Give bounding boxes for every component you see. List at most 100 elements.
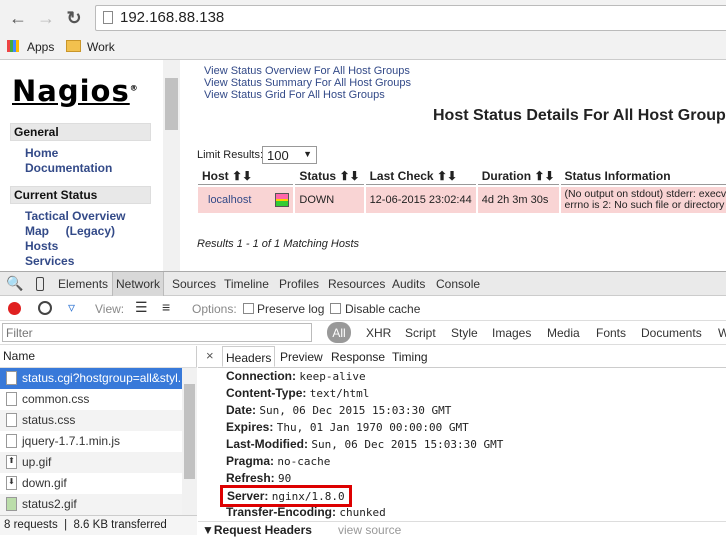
nav-hosts[interactable]: Hosts xyxy=(25,239,58,254)
image-icon: ⬆ xyxy=(6,455,17,469)
type-style[interactable]: Style xyxy=(451,326,478,340)
page-title: Host Status Details For All Host Groups xyxy=(433,107,726,124)
device-mode-icon[interactable] xyxy=(36,277,44,291)
filter-input[interactable] xyxy=(2,323,312,342)
nav-map[interactable]: Map (Legacy) xyxy=(25,224,115,239)
bookmark-work[interactable]: Work xyxy=(87,40,115,54)
host-cell: localhost xyxy=(198,187,294,213)
status-info-cell: (No output on stdout) stderr: execvp errn… xyxy=(560,187,726,213)
tab-headers[interactable]: Headers xyxy=(222,346,276,367)
sort-arrows-icon: ⬆⬇ xyxy=(436,169,458,183)
nav-services[interactable]: Services xyxy=(25,254,74,269)
col-last-check[interactable]: Last Check ⬆⬇ xyxy=(365,168,476,185)
header-server-highlighted: Server: nginx/1.8.0 xyxy=(220,485,352,507)
type-fonts[interactable]: Fonts xyxy=(596,326,626,340)
tab-network[interactable]: Network xyxy=(112,272,165,296)
address-bar[interactable]: 192.168.88.138 xyxy=(95,5,726,31)
tab-timing[interactable]: Timing xyxy=(392,350,428,364)
reload-icon[interactable]: ↻ xyxy=(63,8,85,29)
limit-select[interactable]: 100 ▼ xyxy=(262,146,317,164)
host-detail-icon[interactable] xyxy=(275,193,290,207)
type-xhr[interactable]: XHR xyxy=(366,326,391,340)
waterfall-view-icon[interactable]: ≡ xyxy=(162,299,170,315)
request-item[interactable]: jquery-1.7.1.min.js xyxy=(0,431,182,452)
preserve-log-label: Preserve log xyxy=(257,302,325,316)
clear-icon[interactable] xyxy=(38,301,52,315)
filter-row: All XHR Script Style Images Media Fonts … xyxy=(0,321,726,345)
request-item[interactable]: status2.gif xyxy=(0,494,182,515)
scroll-thumb[interactable] xyxy=(184,384,195,479)
tab-profiles[interactable]: Profiles xyxy=(279,277,319,291)
link-status-summary[interactable]: View Status Summary For All Host Groups xyxy=(204,77,411,89)
nav-home[interactable]: Home xyxy=(25,146,58,161)
tab-response[interactable]: Response xyxy=(331,350,385,364)
host-link[interactable]: localhost xyxy=(208,194,251,206)
sort-arrows-icon: ⬆⬇ xyxy=(232,169,253,183)
tab-audits[interactable]: Audits xyxy=(392,277,425,291)
forward-icon[interactable]: → xyxy=(35,8,57,29)
last-check-cell: 12-06-2015 23:02:44 xyxy=(365,187,476,213)
tab-console[interactable]: Console xyxy=(436,277,480,291)
sidebar-scrollbar[interactable] xyxy=(163,60,180,271)
request-item[interactable]: ⬇ down.gif xyxy=(0,473,182,494)
scroll-thumb[interactable] xyxy=(165,78,178,130)
page-icon xyxy=(103,11,113,24)
search-icon[interactable]: 🔍 xyxy=(6,275,23,292)
section-general: General xyxy=(10,123,151,141)
name-header[interactable]: Name xyxy=(3,349,35,363)
network-toolbar: ▿ View: ☰ ≡ Options: Preserve log Disabl… xyxy=(0,297,726,321)
request-list-scrollbar[interactable] xyxy=(182,368,197,515)
disable-cache-label: Disable cache xyxy=(345,302,421,316)
network-summary: 8 requests | 8.6 KB transferred xyxy=(0,515,197,535)
record-icon[interactable] xyxy=(8,302,21,315)
header-refresh: Refresh: 90 xyxy=(226,471,292,485)
filter-icon[interactable]: ▿ xyxy=(68,299,75,316)
tab-preview[interactable]: Preview xyxy=(280,350,323,364)
type-websockets[interactable]: W xyxy=(718,326,726,340)
header-content-type: Content-Type: text/html xyxy=(226,386,370,400)
type-all[interactable]: All xyxy=(327,322,351,343)
link-status-grid[interactable]: View Status Grid For All Host Groups xyxy=(204,89,385,101)
request-item[interactable]: status.css xyxy=(0,410,182,431)
tab-sources[interactable]: Sources xyxy=(172,277,216,291)
request-item[interactable]: common.css xyxy=(0,389,182,410)
devtools-panel: 🔍 Elements Network Sources Timeline Prof… xyxy=(0,271,726,537)
file-icon xyxy=(6,392,17,406)
file-icon xyxy=(6,371,17,385)
view-source-link[interactable]: view source xyxy=(338,523,401,537)
disable-cache-checkbox[interactable] xyxy=(330,303,341,314)
col-host[interactable]: Host ⬆⬇ xyxy=(198,168,294,185)
close-icon[interactable]: × xyxy=(206,348,214,363)
table-row: localhost DOWN 12-06-2015 23:02:44 4d 2h… xyxy=(198,187,726,213)
type-script[interactable]: Script xyxy=(405,326,436,340)
nav-documentation[interactable]: Documentation xyxy=(25,161,112,176)
limit-label: Limit Results: xyxy=(197,149,264,161)
status-cell: DOWN xyxy=(295,187,364,213)
back-icon[interactable]: ← xyxy=(7,8,29,29)
type-media[interactable]: Media xyxy=(547,326,580,340)
header-last-modified: Last-Modified: Sun, 06 Dec 2015 15:03:30… xyxy=(226,437,504,451)
nagios-logo: Nagios® xyxy=(12,74,139,108)
sort-arrows-icon: ⬆⬇ xyxy=(339,169,360,183)
request-item[interactable]: status.cgi?hostgroup=all&styl... xyxy=(0,368,182,389)
bookmark-apps[interactable]: Apps xyxy=(27,40,54,54)
tab-timeline[interactable]: Timeline xyxy=(224,277,269,291)
type-documents[interactable]: Documents xyxy=(641,326,702,340)
nav-tactical-overview[interactable]: Tactical Overview xyxy=(25,209,126,224)
tab-elements[interactable]: Elements xyxy=(58,277,108,291)
request-item[interactable]: ⬆ up.gif xyxy=(0,452,182,473)
col-duration[interactable]: Duration ⬆⬇ xyxy=(477,168,559,185)
bookmarks-bar: Apps Work xyxy=(0,36,726,60)
col-status[interactable]: Status ⬆⬇ xyxy=(295,168,364,185)
tab-resources[interactable]: Resources xyxy=(328,277,385,291)
request-headers-toggle[interactable]: ▼Request Headers xyxy=(202,523,312,537)
link-status-overview[interactable]: View Status Overview For All Host Groups xyxy=(204,65,410,77)
apps-icon xyxy=(7,40,19,52)
list-view-icon[interactable]: ☰ xyxy=(135,299,148,316)
preserve-log-checkbox[interactable] xyxy=(243,303,254,314)
file-icon xyxy=(6,434,17,448)
request-detail: × Headers Preview Response Timing Connec… xyxy=(198,346,726,537)
folder-icon xyxy=(66,40,81,52)
type-images[interactable]: Images xyxy=(492,326,531,340)
view-label: View: xyxy=(95,302,125,316)
